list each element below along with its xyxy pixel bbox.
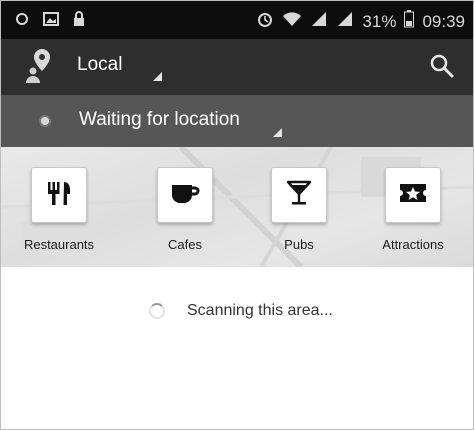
location-status: Waiting for location xyxy=(79,109,240,130)
attractions-label: Attractions xyxy=(382,237,444,252)
coffee-cup-icon xyxy=(170,180,200,211)
scanning-status: Scanning this area... xyxy=(187,302,333,319)
category-cafes[interactable]: Cafes xyxy=(135,167,235,252)
pubs-button[interactable] xyxy=(271,167,327,223)
ticket-star-icon xyxy=(399,181,427,210)
attractions-button[interactable] xyxy=(385,167,441,223)
signal-icon xyxy=(310,10,328,33)
loading-spinner-icon xyxy=(149,303,165,319)
cafes-label: Cafes xyxy=(168,237,202,252)
status-bar: 31% 09:39 xyxy=(1,1,473,39)
restaurants-button[interactable] xyxy=(31,167,87,223)
clock: 09:39 xyxy=(422,11,465,31)
spinner-arrow-icon xyxy=(153,72,162,81)
view-spinner[interactable]: Local xyxy=(77,54,122,76)
image-icon xyxy=(43,12,59,31)
system-icons: 31% 09:39 xyxy=(256,10,465,33)
action-bar: Local xyxy=(1,39,473,95)
notification-icons xyxy=(15,11,85,32)
category-panel: Restaurants Cafes Pubs Attractions xyxy=(1,147,473,267)
cafes-button[interactable] xyxy=(157,167,213,223)
search-icon[interactable] xyxy=(429,53,455,84)
fork-knife-icon xyxy=(45,179,73,212)
battery-percent: 31% xyxy=(362,11,397,31)
app-screen: 31% 09:39 Local Waiting for location Res… xyxy=(0,0,474,430)
map-pin-person-icon[interactable] xyxy=(25,47,55,90)
category-attractions[interactable]: Attractions xyxy=(363,167,463,252)
location-bar[interactable]: Waiting for location xyxy=(1,95,473,147)
lock-icon xyxy=(73,11,85,32)
wifi-icon xyxy=(282,10,302,33)
restaurants-label: Restaurants xyxy=(23,237,95,252)
view-spinner-label: Local xyxy=(77,54,123,75)
signal-icon xyxy=(336,10,354,33)
pubs-label: Pubs xyxy=(284,237,314,252)
battery-icon xyxy=(404,10,415,33)
location-dot-icon xyxy=(41,117,49,125)
category-pubs[interactable]: Pubs xyxy=(249,167,349,252)
category-restaurants[interactable]: Restaurants xyxy=(9,167,109,252)
location-arrow-icon xyxy=(273,128,282,137)
cocktail-glass-icon xyxy=(285,179,313,212)
alarm-icon xyxy=(256,10,274,33)
location-ring-icon xyxy=(15,12,29,31)
